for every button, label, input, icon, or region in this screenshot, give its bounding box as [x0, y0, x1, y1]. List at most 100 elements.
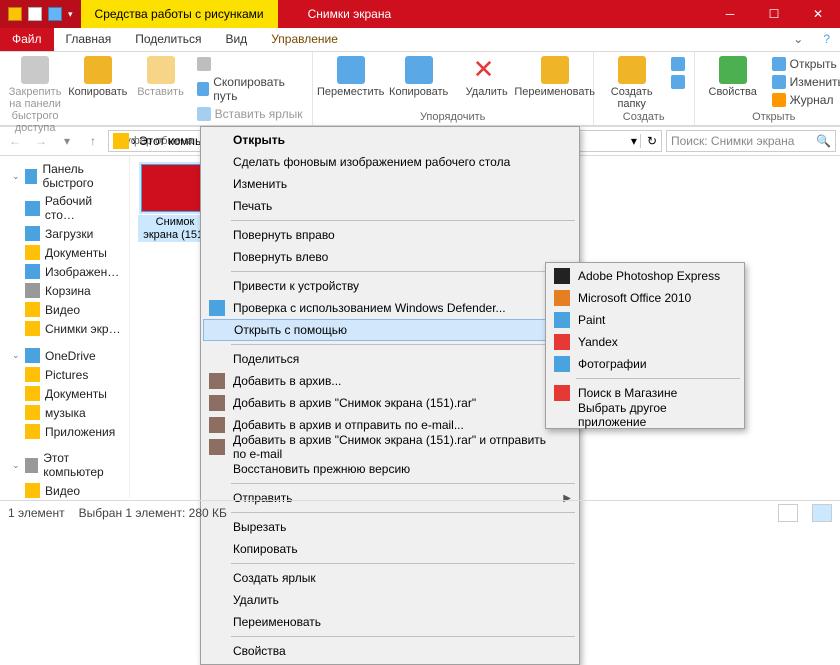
- menu-item-app[interactable]: Фотографии: [548, 353, 742, 375]
- menu-item-cast[interactable]: Привести к устройству▶: [203, 275, 577, 297]
- folder-icon: [25, 386, 40, 401]
- tab-share[interactable]: Поделиться: [123, 28, 213, 51]
- forward-button[interactable]: →: [30, 130, 52, 152]
- menu-item-share[interactable]: Поделиться▶: [203, 348, 577, 370]
- menu-item-rotate-right[interactable]: Повернуть вправо: [203, 224, 577, 246]
- edit-button[interactable]: Изменить: [769, 74, 840, 90]
- menu-item-edit[interactable]: Изменить: [203, 173, 577, 195]
- menu-item-defender[interactable]: Проверка с использованием Windows Defend…: [203, 297, 577, 319]
- sidebar-item-pictures[interactable]: Изображен…: [0, 262, 129, 281]
- new-item-button[interactable]: [668, 56, 688, 72]
- file-tab[interactable]: Файл: [0, 28, 54, 51]
- copy-to-button[interactable]: Копировать: [387, 54, 451, 98]
- sidebar-item-video[interactable]: Видео: [0, 300, 129, 319]
- documents-icon: [25, 245, 40, 260]
- menu-item-properties[interactable]: Свойства: [203, 640, 577, 662]
- menu-item-app[interactable]: Adobe Photoshop Express: [548, 265, 742, 287]
- sidebar-item-quick-access[interactable]: ⌄Панель быстрого: [0, 160, 129, 192]
- app-icon: [554, 268, 570, 284]
- history-button[interactable]: Журнал: [769, 92, 840, 108]
- folder-icon: [25, 424, 40, 439]
- minimize-button[interactable]: ─: [708, 0, 752, 28]
- sidebar-item-trash[interactable]: Корзина: [0, 281, 129, 300]
- back-button[interactable]: ←: [4, 130, 26, 152]
- sidebar-item[interactable]: Приложения: [0, 422, 129, 441]
- pin-button[interactable]: Закрепить на панели быстрого доступа: [6, 54, 64, 134]
- search-input[interactable]: Поиск: Снимки экрана🔍: [666, 130, 836, 152]
- qat-icon[interactable]: [48, 7, 62, 21]
- chevron-down-icon[interactable]: ▾: [68, 9, 73, 20]
- group-label: Создать: [600, 110, 688, 125]
- desktop-icon: [25, 201, 40, 216]
- menu-item-copy[interactable]: Копировать: [203, 538, 577, 560]
- menu-item-print[interactable]: Печать: [203, 195, 577, 217]
- menu-item-choose-app[interactable]: Выбрать другое приложение: [548, 404, 742, 426]
- group-label: Упорядочить: [319, 110, 587, 125]
- sidebar-item-pc[interactable]: ⌄Этот компьютер: [0, 449, 129, 481]
- up-button[interactable]: ↑: [82, 130, 104, 152]
- sidebar-item[interactable]: Pictures: [0, 365, 129, 384]
- menu-item-archive[interactable]: Добавить в архив...: [203, 370, 577, 392]
- menu-item-open-with[interactable]: Открыть с помощью▶: [203, 319, 577, 341]
- app-icon: [554, 334, 570, 350]
- menu-item-app[interactable]: Microsoft Office 2010: [548, 287, 742, 309]
- sidebar-item-downloads[interactable]: Загрузки: [0, 224, 129, 243]
- status-selection: Выбран 1 элемент: 280 КБ: [79, 506, 227, 520]
- menu-item-open[interactable]: Открыть: [203, 129, 577, 151]
- pc-icon: [25, 458, 39, 473]
- submenu-open-with: Adobe Photoshop Express Microsoft Office…: [545, 262, 745, 429]
- menu-item-app[interactable]: Paint: [548, 309, 742, 331]
- menu-item-shortcut[interactable]: Создать ярлык: [203, 567, 577, 589]
- sidebar-item[interactable]: Документы: [0, 384, 129, 403]
- video-icon: [25, 483, 40, 498]
- new-folder-button[interactable]: Создать папку: [600, 54, 664, 110]
- copy-path-button[interactable]: Скопировать путь: [194, 74, 306, 104]
- contextual-tab-header: Средства работы с рисунками: [81, 0, 278, 28]
- copy-button[interactable]: Копировать: [68, 54, 127, 98]
- archive-icon: [209, 395, 225, 411]
- thumbnails-view-button[interactable]: [812, 504, 832, 522]
- sidebar-item-onedrive[interactable]: ⌄OneDrive: [0, 346, 129, 365]
- delete-button[interactable]: ✕Удалить: [455, 54, 519, 98]
- shield-icon: [209, 300, 225, 316]
- menu-item-archive[interactable]: Добавить в архив "Снимок экрана (151).ra…: [203, 436, 577, 458]
- paste-button[interactable]: Вставить: [131, 54, 189, 98]
- sidebar-item-desktop[interactable]: Рабочий сто…: [0, 192, 129, 224]
- qat-icon[interactable]: [28, 7, 42, 21]
- menu-item-set-background[interactable]: Сделать фоновым изображением рабочего ст…: [203, 151, 577, 173]
- menu-item-archive[interactable]: Добавить в архив "Снимок экрана (151).ra…: [203, 392, 577, 414]
- easy-access-button[interactable]: [668, 74, 688, 90]
- store-icon: [554, 385, 570, 401]
- tab-manage[interactable]: Управление: [259, 28, 350, 51]
- sidebar-item-screenshots[interactable]: Снимки экр…: [0, 319, 129, 338]
- pictures-icon: [25, 264, 40, 279]
- folder-icon: [25, 405, 40, 420]
- sidebar-item[interactable]: музыка: [0, 403, 129, 422]
- menu-item-delete[interactable]: Удалить: [203, 589, 577, 611]
- status-count: 1 элемент: [8, 506, 65, 520]
- menu-item-app[interactable]: Yandex: [548, 331, 742, 353]
- app-icon: [554, 356, 570, 372]
- cut-button[interactable]: [194, 56, 306, 72]
- tab-view[interactable]: Вид: [213, 28, 259, 51]
- menu-item-rotate-left[interactable]: Повернуть влево: [203, 246, 577, 268]
- folder-icon: [8, 7, 22, 21]
- paste-shortcut-button[interactable]: Вставить ярлык: [194, 106, 306, 122]
- sidebar-item-documents[interactable]: Документы: [0, 243, 129, 262]
- details-view-button[interactable]: [778, 504, 798, 522]
- menu-item-restore[interactable]: Восстановить прежнюю версию: [203, 458, 577, 480]
- close-button[interactable]: ✕: [796, 0, 840, 28]
- menu-item-rename[interactable]: Переименовать: [203, 611, 577, 633]
- help-button[interactable]: ?: [813, 28, 840, 51]
- properties-button[interactable]: Свойства: [701, 54, 765, 98]
- sidebar-item[interactable]: Видео: [0, 481, 129, 498]
- maximize-button[interactable]: ☐: [752, 0, 796, 28]
- rename-button[interactable]: Переименовать: [523, 54, 587, 98]
- collapse-ribbon-button[interactable]: ⌄: [783, 28, 813, 51]
- trash-icon: [25, 283, 40, 298]
- app-icon: [554, 290, 570, 306]
- open-button[interactable]: Открыть: [769, 56, 840, 72]
- move-to-button[interactable]: Переместить: [319, 54, 383, 98]
- navigation-pane: ⌄Панель быстрого Рабочий сто… Загрузки Д…: [0, 156, 130, 498]
- tab-home[interactable]: Главная: [54, 28, 124, 51]
